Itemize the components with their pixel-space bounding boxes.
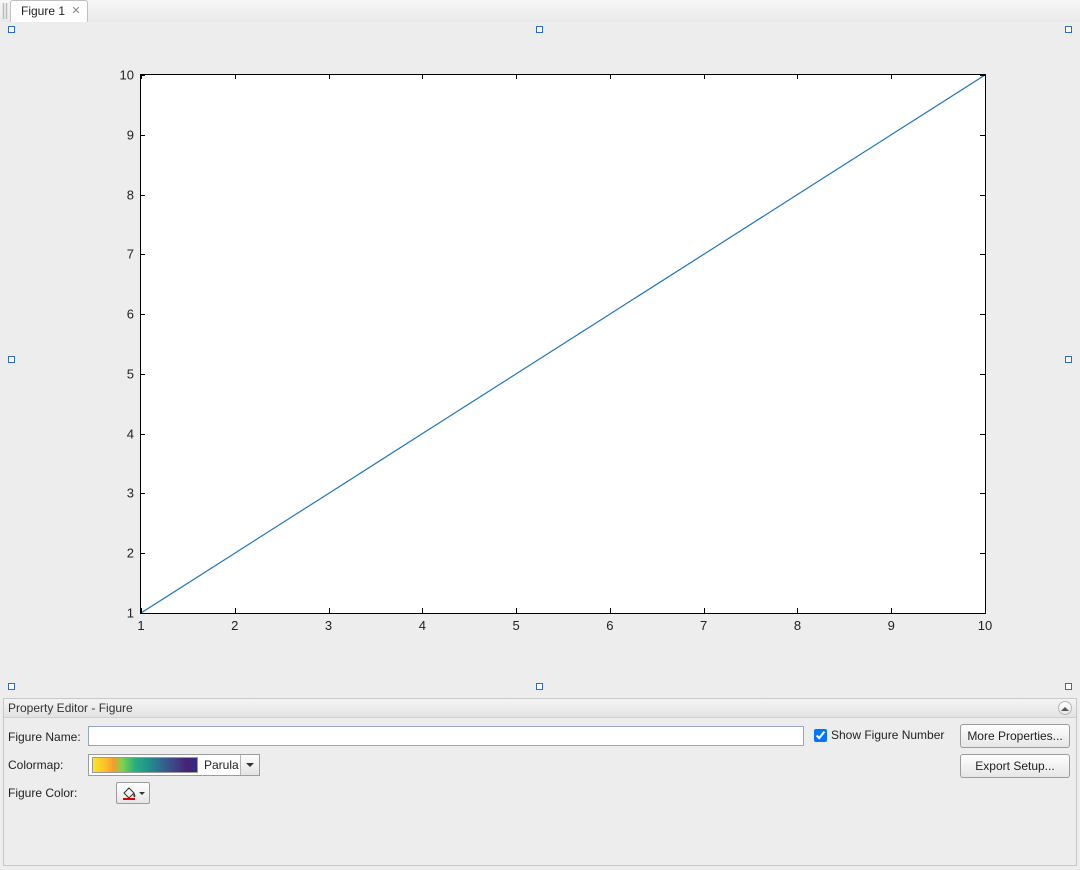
x-tick-label: 10 (978, 618, 992, 633)
y-tick-label: 8 (106, 187, 134, 202)
figure-color-button[interactable] (116, 782, 150, 804)
y-tick-label: 2 (106, 546, 134, 561)
x-tick-label: 2 (231, 618, 238, 633)
y-tick-label: 5 (106, 366, 134, 381)
more-properties-button[interactable]: More Properties... (960, 724, 1070, 748)
selection-handle[interactable] (1065, 356, 1072, 363)
paint-bucket-icon (121, 786, 137, 800)
x-tick-label: 9 (888, 618, 895, 633)
plot-line (141, 75, 985, 613)
chevron-down-icon[interactable] (240, 755, 259, 775)
x-tick-label: 7 (700, 618, 707, 633)
x-tick-label: 5 (512, 618, 519, 633)
y-tick-label: 10 (106, 68, 134, 83)
selection-handle[interactable] (1065, 683, 1072, 690)
selection-handle[interactable] (8, 683, 15, 690)
property-editor-title: Property Editor - Figure (8, 701, 133, 715)
y-tick-label: 1 (106, 606, 134, 621)
colormap-dropdown[interactable]: Parula (88, 754, 260, 776)
show-figure-number-checkbox[interactable]: Show Figure Number (814, 728, 944, 742)
selection-handle[interactable] (1065, 26, 1072, 33)
property-editor-panel: Property Editor - Figure Figure Name: Sh… (3, 698, 1077, 866)
selection-handle[interactable] (536, 26, 543, 33)
y-tick-label: 9 (106, 127, 134, 142)
x-tick-label: 4 (419, 618, 426, 633)
collapse-icon[interactable] (1058, 701, 1072, 715)
export-setup-button[interactable]: Export Setup... (960, 754, 1070, 778)
figure-name-input[interactable] (88, 726, 804, 746)
x-tick-label: 1 (137, 618, 144, 633)
y-tick-label: 6 (106, 307, 134, 322)
figure-tab-strip: Figure 1 ✕ (0, 0, 1080, 23)
close-icon[interactable]: ✕ (70, 5, 82, 17)
figure-panel[interactable]: 1 2 3 4 5 6 7 8 9 10 1 2 3 4 5 6 7 8 9 10 (0, 22, 1080, 694)
x-tick-label: 8 (794, 618, 801, 633)
x-tick-label: 3 (325, 618, 332, 633)
figure-color-label: Figure Color: (8, 786, 77, 800)
figure-tab[interactable]: Figure 1 ✕ (10, 0, 88, 23)
y-tick-label: 4 (106, 426, 134, 441)
selection-handle[interactable] (536, 683, 543, 690)
figure-tab-label: Figure 1 (21, 4, 65, 18)
figure-name-label: Figure Name: (8, 730, 81, 744)
selection-handle[interactable] (8, 26, 15, 33)
show-figure-number-label: Show Figure Number (831, 728, 944, 742)
colormap-label: Colormap: (8, 758, 63, 772)
dock-drag-handle[interactable] (2, 3, 8, 19)
more-properties-label: More Properties... (967, 729, 1062, 743)
export-setup-label: Export Setup... (975, 759, 1054, 773)
x-tick-label: 6 (606, 618, 613, 633)
y-tick-label: 7 (106, 247, 134, 262)
colormap-swatch-icon (92, 757, 198, 773)
plot-axes[interactable] (140, 74, 986, 614)
property-editor-titlebar: Property Editor - Figure (4, 699, 1076, 718)
y-tick-label: 3 (106, 486, 134, 501)
selection-handle[interactable] (8, 356, 15, 363)
colormap-value: Parula (204, 758, 239, 772)
